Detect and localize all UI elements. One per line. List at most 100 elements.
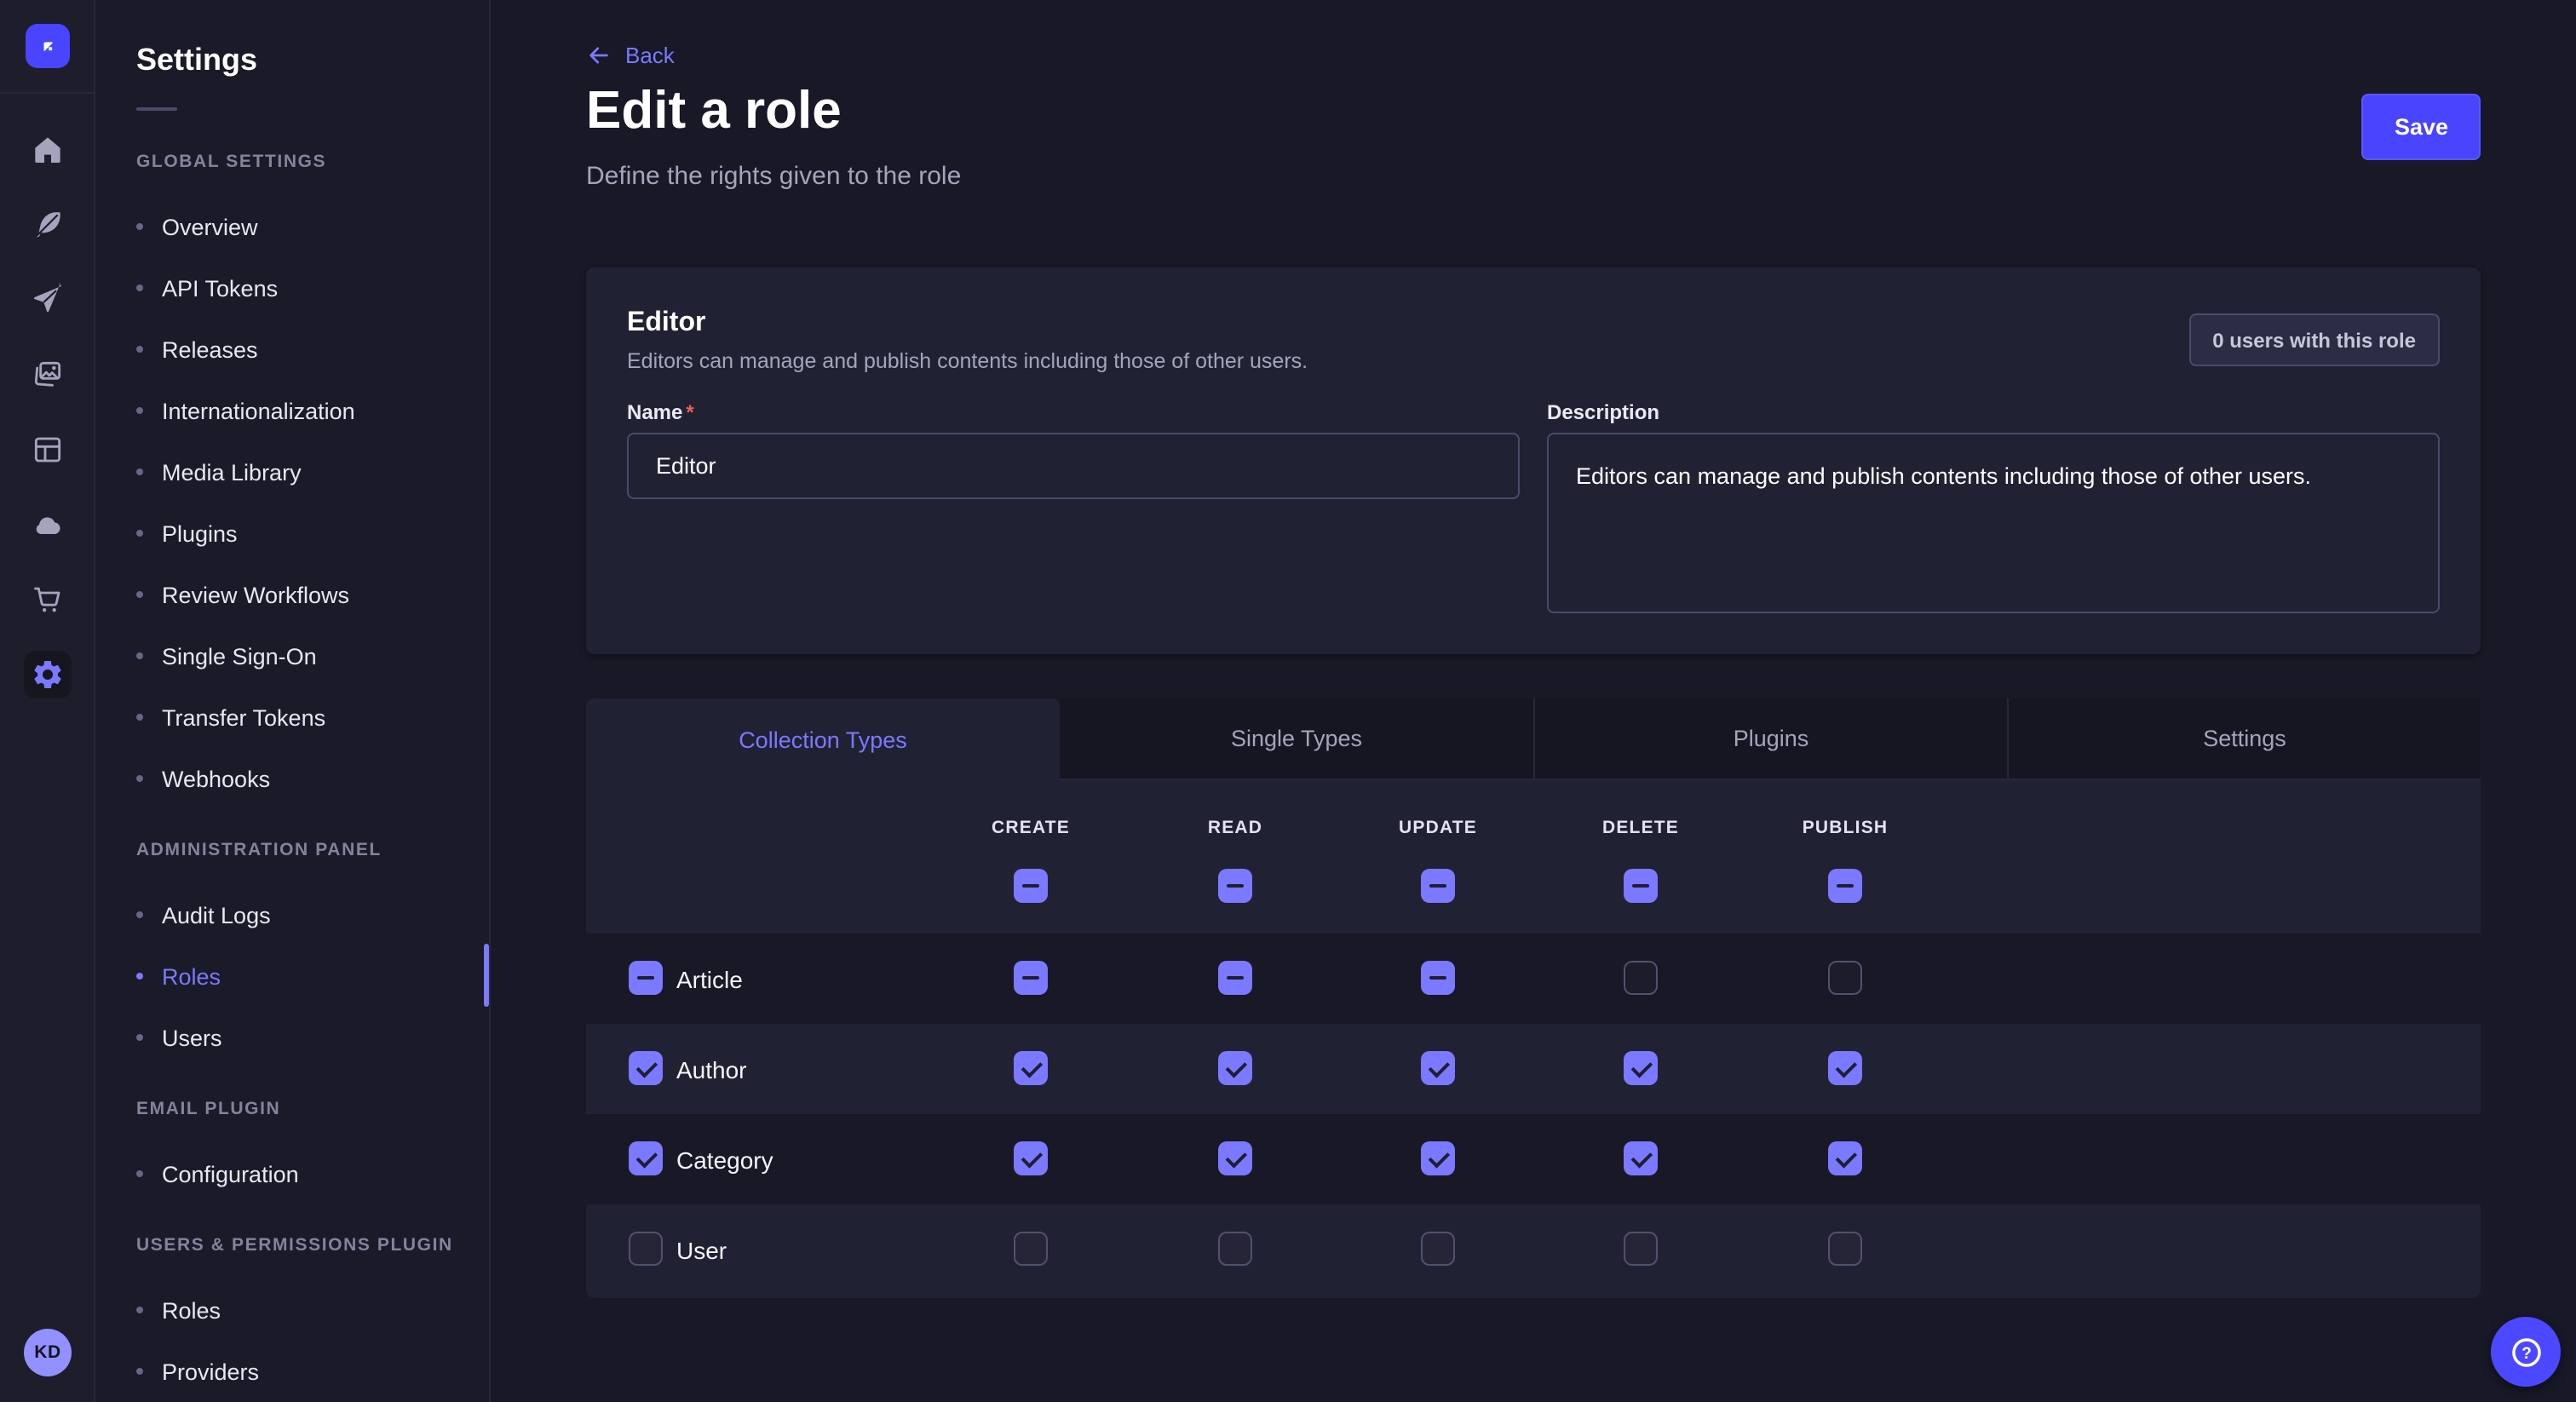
article-row-checkbox[interactable] [629, 961, 663, 995]
select-all-delete-checkbox[interactable] [1624, 869, 1658, 903]
sidebar-item-releases[interactable]: Releases [95, 319, 489, 380]
user-read-checkbox[interactable] [1218, 1232, 1252, 1266]
select-all-read-wrapper [1218, 869, 1252, 911]
permissions-tabs: Collection TypesSingle TypesPlugins Setti… [586, 698, 2481, 780]
sidebar-item-label: Roles [162, 1297, 221, 1323]
home-icon [31, 133, 65, 167]
sidebar-item-roles[interactable]: Roles [95, 1279, 489, 1341]
sidebar-item-overview[interactable]: Overview [95, 196, 489, 257]
category-update-checkbox[interactable] [1421, 1141, 1455, 1175]
bullet-icon [136, 973, 143, 980]
sidebar-title: Settings [95, 0, 489, 78]
rail-item-settings-gear[interactable] [0, 637, 95, 712]
strapi-logo[interactable] [26, 24, 70, 68]
sidebar-item-label: Providers [162, 1359, 259, 1384]
sidebar-item-media-library[interactable]: Media Library [95, 441, 489, 503]
sidebar-section: EMAIL PLUGIN Configuration [95, 1099, 489, 1204]
description-textarea[interactable]: Editors can manage and publish contents … [1547, 433, 2440, 613]
rail-item-home[interactable] [0, 112, 95, 187]
help-button[interactable]: ? [2491, 1317, 2561, 1387]
name-input[interactable] [627, 433, 1520, 499]
role-name-heading: Editor [627, 308, 705, 339]
rail-item-paper-plane[interactable] [0, 262, 95, 337]
sidebar-item-label: Single Sign-On [162, 643, 317, 669]
tab-collection-types[interactable]: Collection Types [586, 698, 1060, 780]
article-read-checkbox[interactable] [1218, 961, 1252, 995]
select-all-publish-checkbox[interactable] [1828, 869, 1862, 903]
user-publish-checkbox[interactable] [1828, 1232, 1862, 1266]
role-description-text: Editors can manage and publish contents … [627, 349, 1308, 373]
svg-text:?: ? [2521, 1344, 2531, 1362]
user-create-checkbox[interactable] [1014, 1232, 1048, 1266]
select-all-create-wrapper [1014, 869, 1048, 911]
bullet-icon [136, 223, 143, 230]
tab-plugins[interactable]: Plugins [1533, 698, 2007, 780]
required-asterisk: * [686, 400, 693, 424]
tab-label: Settings [2203, 726, 2286, 751]
tab-settings[interactable]: Settings [2007, 698, 2481, 780]
row-label-author: Author [676, 1024, 747, 1114]
bullet-icon [136, 775, 143, 782]
sidebar-item-internationalization[interactable]: Internationalization [95, 380, 489, 441]
sidebar-item-configuration[interactable]: Configuration [95, 1143, 489, 1204]
category-create-checkbox[interactable] [1014, 1141, 1048, 1175]
rail-item-cart[interactable] [0, 562, 95, 637]
media-library-icon [31, 358, 65, 392]
bullet-icon [136, 530, 143, 537]
user-delete-checkbox[interactable] [1624, 1232, 1658, 1266]
column-header-publish: PUBLISH [1803, 818, 1889, 838]
author-update-checkbox[interactable] [1421, 1051, 1455, 1085]
author-read-checkbox[interactable] [1218, 1051, 1252, 1085]
sidebar-item-webhooks[interactable]: Webhooks [95, 748, 489, 809]
sidebar-section-heading: EMAIL PLUGIN [95, 1099, 489, 1123]
icon-rail-nav [0, 112, 95, 712]
select-all-read-checkbox[interactable] [1218, 869, 1252, 903]
bullet-icon [136, 1170, 143, 1177]
author-delete-checkbox[interactable] [1624, 1051, 1658, 1085]
sidebar-item-audit-logs[interactable]: Audit Logs [95, 884, 489, 945]
sidebar-item-users[interactable]: Users [95, 1007, 489, 1068]
select-all-update-checkbox[interactable] [1421, 869, 1455, 903]
sidebar-item-single-sign-on[interactable]: Single Sign-On [95, 625, 489, 687]
sidebar-sections: GLOBAL SETTINGSOverviewAPI TokensRelease… [95, 152, 489, 1402]
users-with-role-badge[interactable]: 0 users with this role [2188, 313, 2440, 366]
rail-item-cloud[interactable] [0, 487, 95, 562]
sidebar-item-api-tokens[interactable]: API Tokens [95, 257, 489, 319]
save-button[interactable]: Save [2362, 94, 2481, 160]
user-update-checkbox[interactable] [1421, 1232, 1455, 1266]
article-create-checkbox[interactable] [1014, 961, 1048, 995]
settings-sidebar: Settings GLOBAL SETTINGSOverviewAPI Toke… [95, 0, 491, 1402]
rail-item-feather[interactable] [0, 187, 95, 262]
category-delete-checkbox[interactable] [1624, 1141, 1658, 1175]
category-row-checkbox[interactable] [629, 1141, 663, 1175]
category-read-checkbox[interactable] [1218, 1141, 1252, 1175]
sidebar-item-review-workflows[interactable]: Review Workflows [95, 564, 489, 625]
bullet-icon [136, 591, 143, 598]
sidebar-item-transfer-tokens[interactable]: Transfer Tokens [95, 687, 489, 748]
author-create-checkbox[interactable] [1014, 1051, 1048, 1085]
article-delete-checkbox[interactable] [1624, 961, 1658, 995]
column-header-create: CREATE [992, 818, 1070, 838]
user-row-checkbox[interactable] [629, 1232, 663, 1266]
icon-rail: KD [0, 0, 95, 1402]
article-update-checkbox[interactable] [1421, 961, 1455, 995]
tab-single-types[interactable]: Single Types [1060, 698, 1533, 780]
active-item-indicator [484, 944, 489, 1007]
rail-item-media-library[interactable] [0, 337, 95, 412]
row-label-category: Category [676, 1114, 773, 1204]
sidebar-title-divider [136, 107, 177, 111]
sidebar-item-plugins[interactable]: Plugins [95, 503, 489, 564]
sidebar-item-providers[interactable]: Providers [95, 1341, 489, 1402]
sidebar-item-label: Plugins [162, 520, 238, 546]
author-row-checkbox[interactable] [629, 1051, 663, 1085]
bullet-icon [136, 346, 143, 353]
category-publish-checkbox[interactable] [1828, 1141, 1862, 1175]
rail-item-layout[interactable] [0, 412, 95, 487]
avatar[interactable]: KD [24, 1329, 72, 1376]
back-link[interactable]: Back [586, 43, 675, 68]
cart-icon [31, 583, 65, 617]
article-publish-checkbox[interactable] [1828, 961, 1862, 995]
author-publish-checkbox[interactable] [1828, 1051, 1862, 1085]
select-all-create-checkbox[interactable] [1014, 869, 1048, 903]
sidebar-item-roles[interactable]: Roles [95, 945, 489, 1007]
